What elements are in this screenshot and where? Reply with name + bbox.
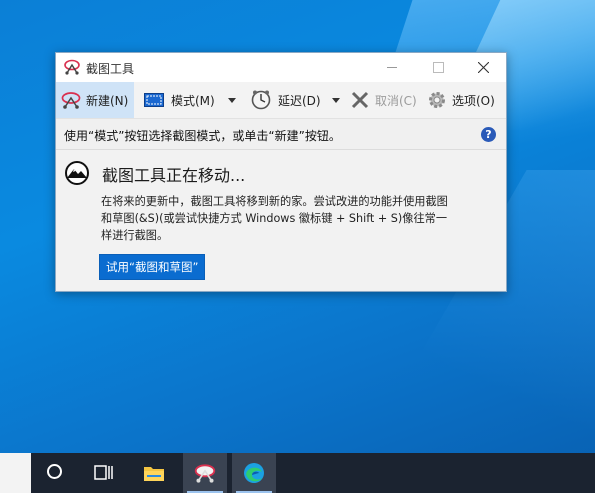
options-button[interactable]: 选项(O): [427, 82, 495, 118]
taskbar-edge[interactable]: [232, 453, 276, 493]
cancel-x-icon: [351, 91, 369, 109]
cancel-button[interactable]: 取消(C): [351, 82, 417, 118]
move-notice-panel: 截图工具正在移动... 在将来的更新中，截图工具将移到新的家。尝试改进的功能并使…: [56, 149, 506, 290]
toolbar: 新建(N) 模式(M) 延迟(D) 取消(C) 选项(O): [56, 82, 506, 119]
clock-icon: [251, 90, 271, 110]
chevron-down-icon: [332, 97, 340, 103]
snipping-tool-icon: [194, 464, 216, 483]
new-snip-button[interactable]: 新建(N): [56, 82, 134, 118]
start-area[interactable]: [0, 453, 31, 493]
edge-icon: [244, 463, 264, 483]
mode-dropdown-button[interactable]: [228, 82, 236, 118]
snipping-tool-window: 截图工具 新建(N) 模式(M) 延迟(D) 取消(C) 选项(O) 使用“模式…: [55, 52, 507, 292]
taskbar-snipping-tool[interactable]: [183, 453, 227, 493]
options-label: 选项(O): [452, 93, 495, 108]
delay-button[interactable]: 延迟(D): [251, 82, 321, 118]
minimize-icon: [387, 67, 397, 68]
window-title: 截图工具: [86, 62, 135, 76]
try-snip-and-sketch-button[interactable]: 试用“截图和草图”: [99, 254, 206, 280]
search-icon[interactable]: [47, 464, 62, 479]
close-button[interactable]: [460, 53, 506, 82]
title-bar[interactable]: 截图工具: [56, 53, 506, 82]
notice-heading: 截图工具正在移动...: [102, 166, 246, 185]
maximize-icon: [432, 62, 444, 73]
snip-and-sketch-icon: [65, 161, 89, 185]
mode-button[interactable]: 模式(M): [144, 82, 215, 118]
chevron-down-icon: [228, 97, 236, 103]
rectangle-snip-icon: [144, 93, 164, 107]
snipping-tool-icon: [61, 92, 81, 109]
delay-label: 延迟(D): [278, 93, 321, 108]
taskbar-file-explorer[interactable]: [132, 453, 176, 493]
minimize-button[interactable]: [369, 53, 415, 82]
taskbar: [0, 453, 595, 493]
new-snip-label: 新建(N): [86, 93, 129, 108]
folder-icon: [144, 467, 164, 481]
snipping-tool-icon: [64, 59, 80, 75]
hint-text: 使用“模式”按钮选择截图模式，或单击“新建”按钮。: [64, 129, 341, 143]
maximize-button[interactable]: [415, 53, 461, 82]
cancel-label: 取消(C): [375, 93, 417, 108]
delay-dropdown-button[interactable]: [332, 82, 340, 118]
gear-icon: [429, 92, 445, 108]
notice-description: 在将来的更新中，截图工具将移到新的家。尝试改进的功能并使用截图和草图(&S)(或…: [101, 195, 448, 242]
help-icon[interactable]: ?: [481, 127, 496, 142]
close-icon: [477, 62, 489, 73]
mode-label: 模式(M): [171, 93, 215, 108]
task-view-icon[interactable]: [94, 464, 114, 481]
hint-bar: 使用“模式”按钮选择截图模式，或单击“新建”按钮。 ?: [56, 119, 506, 149]
